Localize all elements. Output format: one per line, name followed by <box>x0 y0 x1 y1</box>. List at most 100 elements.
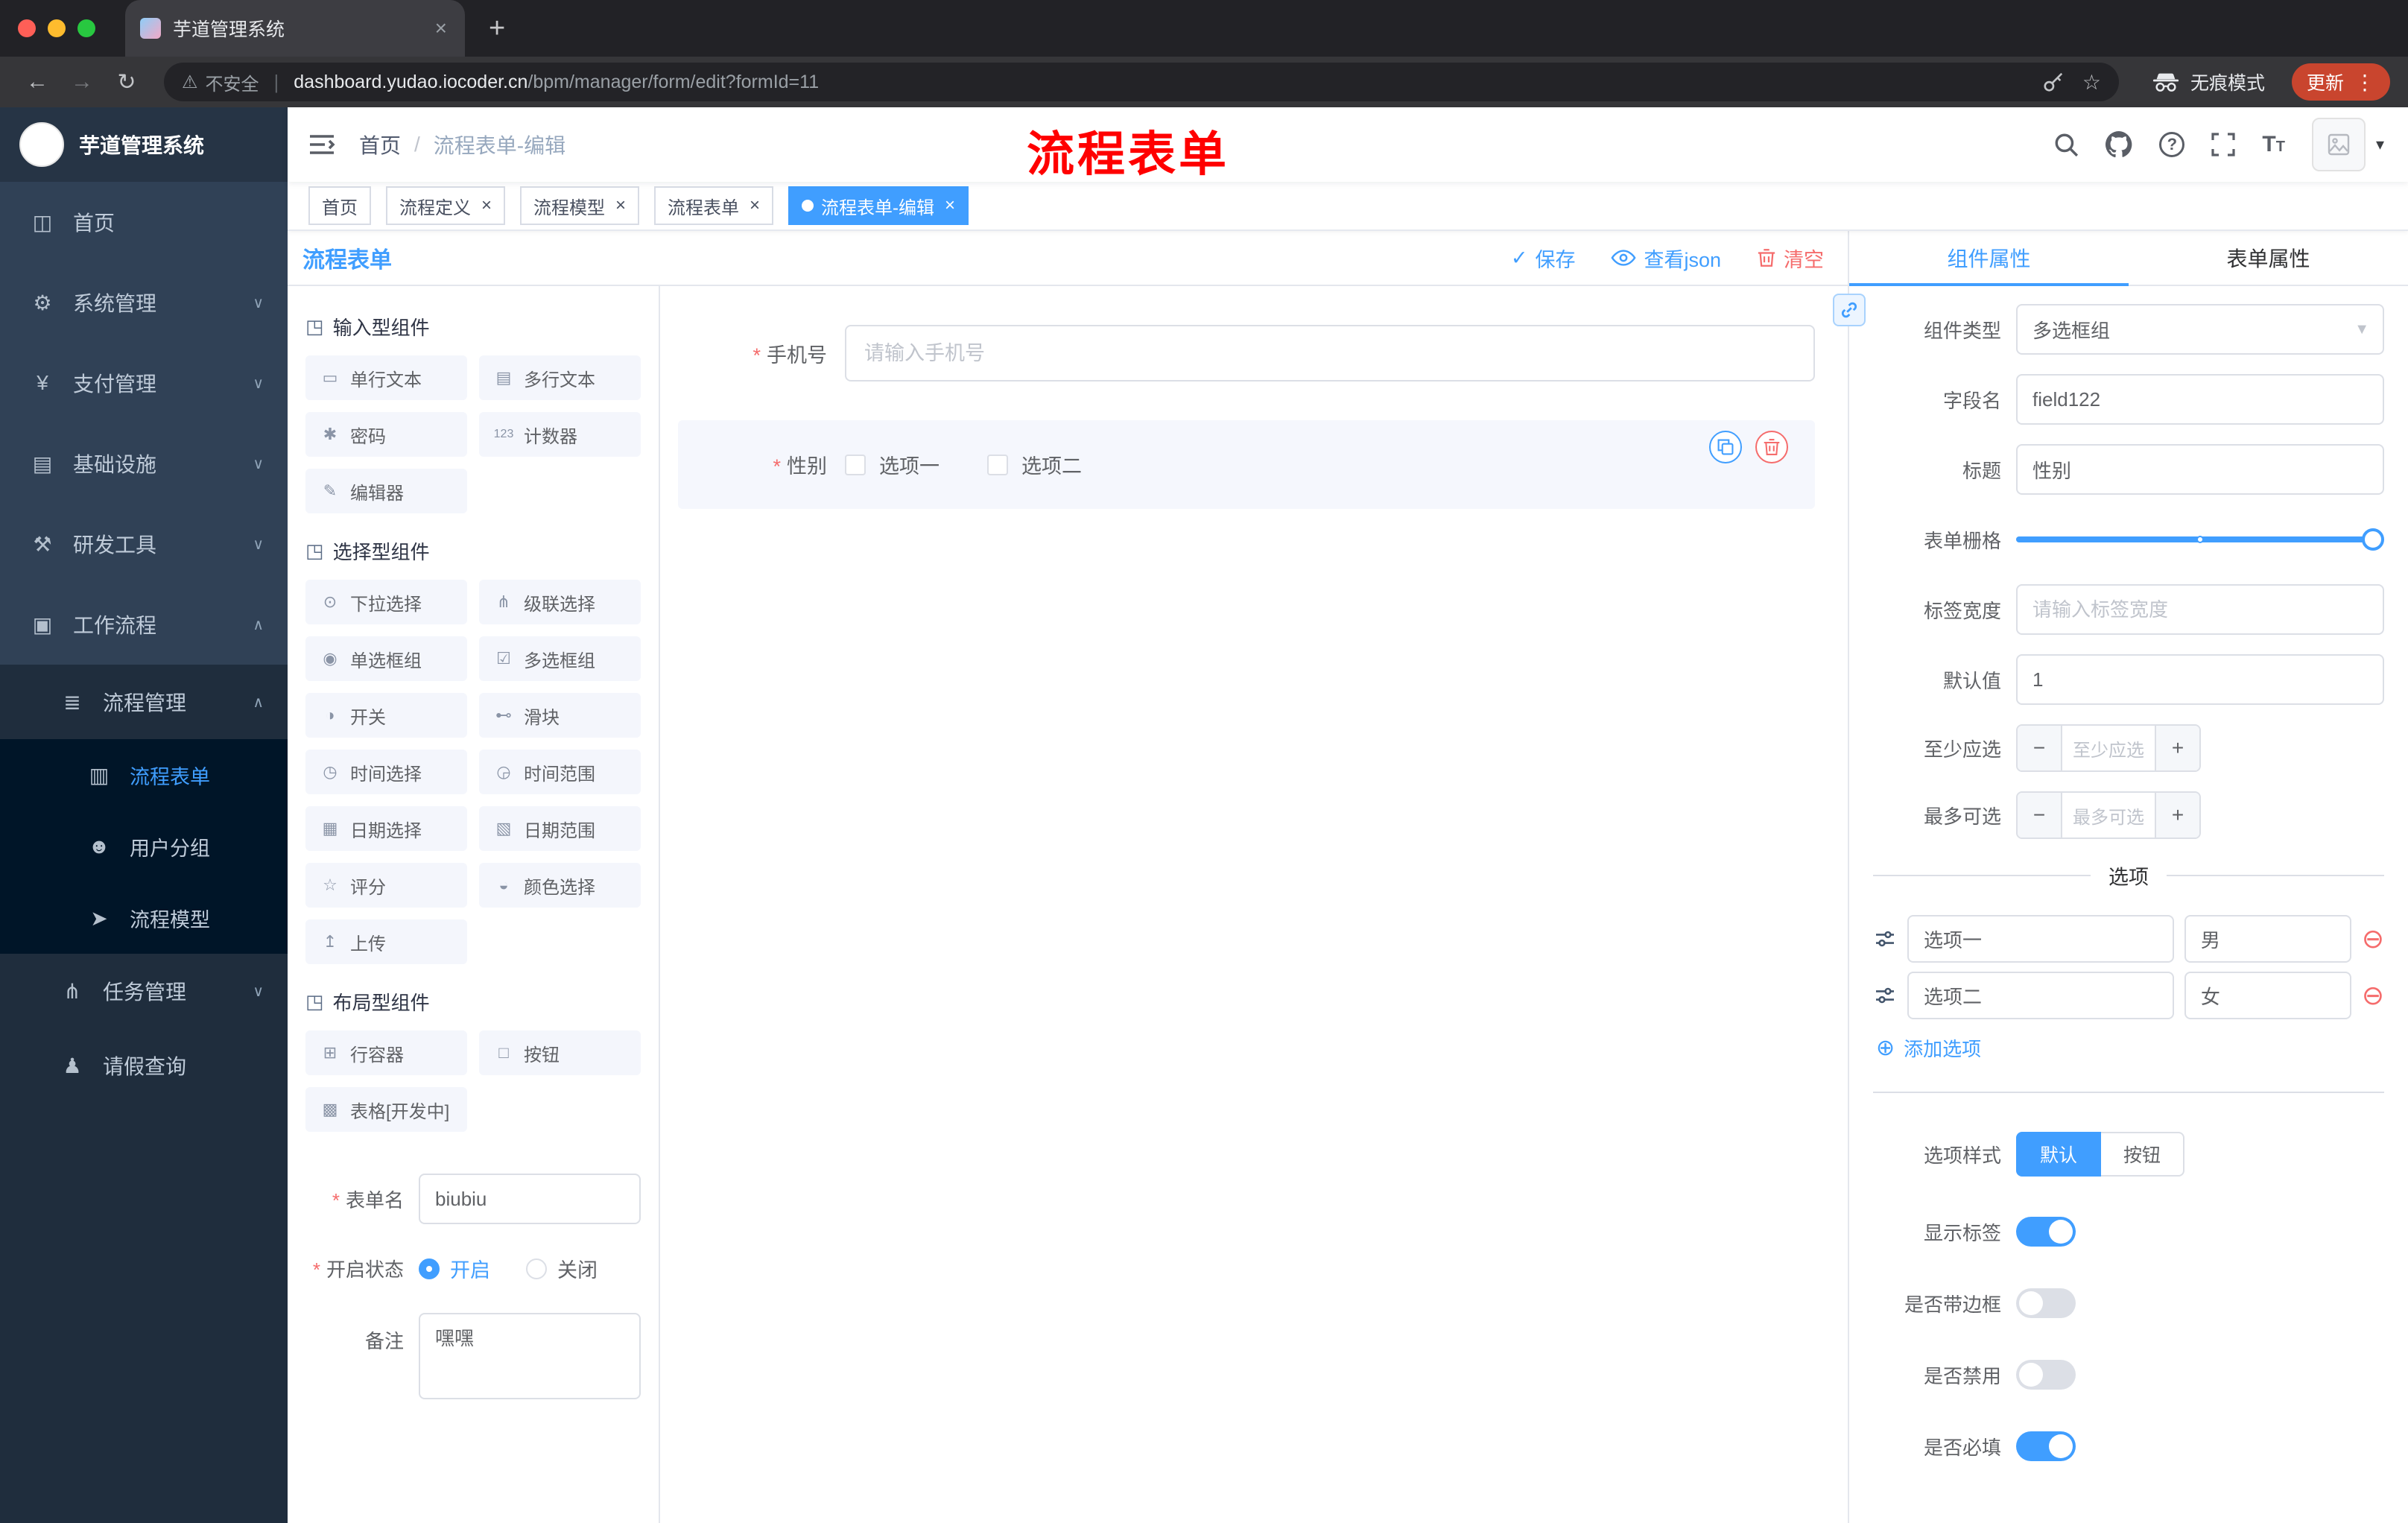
option1-label-input[interactable] <box>1907 915 2174 963</box>
save-button[interactable]: ✓ 保存 <box>1511 244 1576 273</box>
github-icon[interactable] <box>2106 131 2132 158</box>
component-time-picker[interactable]: ◷ 时间选择 <box>305 750 467 794</box>
view-json-button[interactable]: 查看json <box>1611 244 1721 273</box>
delete-widget-button[interactable] <box>1755 431 1788 463</box>
form-remark-textarea[interactable]: 嘿嘿 <box>419 1313 641 1399</box>
sidebar-item-user-group[interactable]: ☻ 用户分组 <box>0 811 288 882</box>
sidebar-item-process-management[interactable]: ≣ 流程管理 ∧ <box>0 665 288 739</box>
component-select[interactable]: ⊙ 下拉选择 <box>305 580 467 624</box>
address-bar[interactable]: ⚠ 不安全 | dashboard.yudao.iocoder.cn/bpm/m… <box>164 63 2119 101</box>
style-button-button[interactable]: 按钮 <box>2101 1132 2185 1177</box>
sidebar-item-infrastructure[interactable]: ▤ 基础设施 ∨ <box>0 423 288 504</box>
sidebar-item-payment[interactable]: ¥ 支付管理 ∨ <box>0 343 288 423</box>
bookmark-star-icon[interactable]: ☆ <box>2082 70 2101 95</box>
tab-form-props[interactable]: 表单属性 <box>2129 231 2408 285</box>
status-off-radio[interactable]: 关闭 <box>526 1254 598 1283</box>
option2-label-input[interactable] <box>1907 972 2174 1019</box>
component-editor[interactable]: ✎ 编辑器 <box>305 469 467 513</box>
component-table[interactable]: ▩ 表格[开发中] <box>305 1087 467 1132</box>
component-password[interactable]: ✱ 密码 <box>305 412 467 457</box>
link-icon-button[interactable] <box>1833 294 1866 326</box>
sidebar-collapse-icon[interactable] <box>308 133 335 156</box>
title-input[interactable] <box>2016 444 2384 495</box>
minus-button[interactable]: − <box>2018 726 2062 770</box>
avatar[interactable] <box>2311 118 2366 171</box>
gender-option1-checkbox[interactable]: 选项一 <box>845 450 940 479</box>
label-width-input[interactable] <box>2016 584 2384 635</box>
tag-close-icon[interactable]: × <box>945 195 955 216</box>
component-cascader[interactable]: ⋔ 级联选择 <box>479 580 641 624</box>
tag-process-definition[interactable]: 流程定义 × <box>386 186 506 225</box>
form-name-input[interactable] <box>419 1174 641 1224</box>
close-window-button[interactable] <box>18 19 36 37</box>
form-widget-phone[interactable]: 手机号 <box>678 325 1815 381</box>
component-type-select[interactable]: 多选框组 ▼ <box>2016 304 2384 355</box>
sidebar-item-devtools[interactable]: ⚒ 研发工具 ∨ <box>0 504 288 584</box>
sidebar-item-workflow[interactable]: ▣ 工作流程 ∧ <box>0 584 288 665</box>
tag-close-icon[interactable]: × <box>750 195 760 216</box>
drag-handle-icon[interactable] <box>1873 985 1897 1006</box>
component-date-picker[interactable]: ▦ 日期选择 <box>305 806 467 851</box>
field-name-input[interactable] <box>2016 374 2384 425</box>
component-radio-group[interactable]: ◉ 单选框组 <box>305 636 467 681</box>
zoom-window-button[interactable] <box>77 19 95 37</box>
required-switch[interactable] <box>2016 1431 2076 1461</box>
tab-close-icon[interactable]: × <box>432 16 450 40</box>
component-input[interactable]: ▭ 单行文本 <box>305 355 467 400</box>
browser-tab[interactable]: 芋道管理系统 × <box>125 0 465 57</box>
breadcrumb-root[interactable]: 首页 <box>359 130 401 159</box>
checkbox-box[interactable] <box>845 454 866 475</box>
component-slider[interactable]: ⊷ 滑块 <box>479 693 641 738</box>
plus-button[interactable]: + <box>2155 793 2199 838</box>
tag-process-model[interactable]: 流程模型 × <box>520 186 640 225</box>
form-widget-gender-selected[interactable]: 性别 选项一 选项二 <box>678 420 1815 509</box>
component-date-range[interactable]: ▧ 日期范围 <box>479 806 641 851</box>
password-key-icon[interactable] <box>2042 71 2065 93</box>
form-canvas[interactable]: 手机号 性别 <box>660 286 1848 1523</box>
gender-option2-checkbox[interactable]: 选项二 <box>987 450 1082 479</box>
checkbox-box[interactable] <box>987 454 1008 475</box>
min-select-input[interactable]: 至少应选 <box>2062 726 2155 770</box>
component-upload[interactable]: ↥ 上传 <box>305 919 467 964</box>
clear-button[interactable]: 清空 <box>1757 244 1824 273</box>
sidebar-logo[interactable]: 芋道管理系统 <box>0 107 288 182</box>
back-icon[interactable]: ← <box>18 69 57 95</box>
tag-home[interactable]: 首页 <box>308 186 371 225</box>
show-label-switch[interactable] <box>2016 1217 2076 1247</box>
sidebar-item-process-model[interactable]: ➤ 流程模型 <box>0 882 288 954</box>
add-option-button[interactable]: ⊕ 添加选项 <box>1876 1034 2384 1062</box>
minimize-window-button[interactable] <box>48 19 66 37</box>
component-checkbox-group[interactable]: ☑ 多选框组 <box>479 636 641 681</box>
plus-button[interactable]: + <box>2155 726 2199 770</box>
forward-icon[interactable]: → <box>63 69 101 95</box>
tag-process-form[interactable]: 流程表单 × <box>654 186 774 225</box>
phone-input[interactable] <box>845 325 1815 381</box>
new-tab-button[interactable]: + <box>489 14 505 42</box>
component-time-range[interactable]: ◶ 时间范围 <box>479 750 641 794</box>
component-row-container[interactable]: ⊞ 行容器 <box>305 1030 467 1075</box>
tag-process-form-edit[interactable]: 流程表单-编辑 × <box>788 186 969 225</box>
tab-component-props[interactable]: 组件属性 <box>1849 231 2129 286</box>
status-on-radio[interactable]: 开启 <box>419 1254 490 1283</box>
tag-close-icon[interactable]: × <box>481 195 492 216</box>
sidebar-item-task-management[interactable]: ⋔ 任务管理 ∨ <box>0 954 288 1028</box>
component-counter[interactable]: 123 计数器 <box>479 412 641 457</box>
slider-handle[interactable] <box>2362 528 2385 551</box>
drag-handle-icon[interactable] <box>1873 928 1897 949</box>
tag-close-icon[interactable]: × <box>615 195 626 216</box>
user-menu[interactable]: ▾ <box>2311 118 2384 171</box>
browser-update-button[interactable]: 更新 ⋮ <box>2291 63 2390 101</box>
disabled-switch[interactable] <box>2016 1360 2076 1390</box>
reload-icon[interactable]: ↻ <box>107 69 146 95</box>
default-value-input[interactable] <box>2016 654 2384 705</box>
font-size-icon[interactable]: TT <box>2262 132 2285 157</box>
max-select-input[interactable]: 最多可选 <box>2062 793 2155 838</box>
fullscreen-icon[interactable] <box>2211 133 2236 156</box>
component-textarea[interactable]: ▤ 多行文本 <box>479 355 641 400</box>
option2-value-input[interactable] <box>2184 972 2351 1019</box>
form-grid-slider[interactable] <box>2016 514 2385 565</box>
copy-widget-button[interactable] <box>1709 431 1742 463</box>
sidebar-item-home[interactable]: ◫ 首页 <box>0 182 288 262</box>
component-switch[interactable]: ◑ 开关 <box>305 693 467 738</box>
security-chip[interactable]: ⚠ 不安全 <box>182 69 259 95</box>
